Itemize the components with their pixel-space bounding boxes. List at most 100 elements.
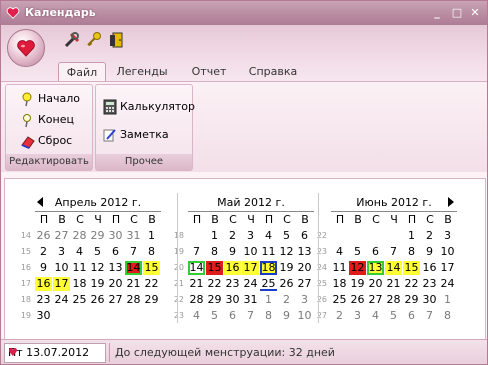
calendar-day[interactable]: 31 [242,293,259,307]
calendar-day[interactable]: 28 [125,293,142,307]
calendar-day[interactable]: 16 [35,277,52,291]
calendar-day[interactable]: 3 [53,245,70,259]
calendar-day[interactable]: 9 [224,245,241,259]
calendar-day[interactable]: 9 [278,309,295,323]
calendar-day[interactable]: 2 [278,293,295,307]
calendar-day[interactable]: 21 [385,277,402,291]
calendar-day[interactable]: 5 [385,309,402,323]
calendar-day[interactable]: 26 [89,293,106,307]
calendar-day[interactable]: 24 [439,277,456,291]
calendar-day[interactable]: 21 [125,277,142,291]
calendar-day[interactable]: 29 [89,229,106,243]
note-button[interactable]: Заметка [102,125,169,145]
calendar-day[interactable]: 1 [206,229,223,243]
calendar-day[interactable]: 23 [224,277,241,291]
heart-dropdown-icon[interactable]: ♥ [8,346,101,359]
key-icon[interactable] [85,31,103,49]
calendar-day[interactable]: 1 [143,229,160,243]
calendar-day[interactable]: 28 [71,229,88,243]
calendar-day[interactable]: 11 [71,261,88,275]
calendar-day[interactable]: 6 [107,245,124,259]
calculator-button[interactable]: Калькулятор [102,97,195,117]
tab-file[interactable]: Файл [58,62,106,82]
calendar-day[interactable]: 28 [188,293,205,307]
calendar-day[interactable]: 6 [224,309,241,323]
calendar-day[interactable]: 8 [260,309,277,323]
calendar-day[interactable]: 30 [35,309,52,323]
calendar-day[interactable]: 4 [367,309,384,323]
calendar-day[interactable]: 13 [107,261,124,275]
calendar-day[interactable]: 6 [296,229,313,243]
calendar-day[interactable]: 27 [107,293,124,307]
calendar-day[interactable]: 1 [260,293,277,307]
calendar-day[interactable]: 2 [331,309,348,323]
calendar-day[interactable]: 4 [188,309,205,323]
calendar-day[interactable]: 13 [296,245,313,259]
calendar-day[interactable]: 3 [349,309,366,323]
calendar-day[interactable]: 17 [439,261,456,275]
tab-legends[interactable]: Легенды [113,62,171,81]
calendar-day[interactable]: 27 [296,277,313,291]
calendar-day[interactable]: 19 [278,261,295,275]
reset-button[interactable]: Сброс [20,131,72,151]
calendar-day[interactable]: 3 [439,229,456,243]
calendar-day[interactable]: 12 [89,261,106,275]
tab-help[interactable]: Справка [245,62,301,81]
calendar-day[interactable]: 26 [349,293,366,307]
calendar-day[interactable]: 7 [421,309,438,323]
calendar-day[interactable]: 1 [439,293,456,307]
calendar-day[interactable]: 7 [385,245,402,259]
calendar-day[interactable]: 1 [403,229,420,243]
exit-door-icon[interactable] [107,31,125,49]
calendar-day[interactable]: 4 [331,245,348,259]
calendar-day[interactable]: 10 [296,309,313,323]
calendar-day[interactable]: 2 [421,229,438,243]
calendar-day[interactable]: 10 [53,261,70,275]
calendar-day[interactable]: 26 [35,229,52,243]
calendar-day[interactable]: 22 [403,277,420,291]
calendar-day[interactable]: 10 [242,245,259,259]
calendar-day[interactable]: 7 [125,245,142,259]
calendar-day[interactable]: 6 [403,309,420,323]
calendar-day[interactable]: 24 [53,293,70,307]
calendar-day[interactable]: 30 [224,293,241,307]
calendar-day[interactable]: 16 [421,261,438,275]
tools-icon[interactable] [63,31,81,49]
calendar-day[interactable]: 19 [349,277,366,291]
calendar-day[interactable]: 16 [224,261,241,275]
end-button[interactable]: Конец [20,110,74,130]
calendar-day[interactable]: 18 [331,277,348,291]
tab-report[interactable]: Отчет [185,62,233,81]
calendar-day[interactable]: 25 [71,293,88,307]
calendar-day[interactable]: 18 [260,261,277,275]
calendar-day[interactable]: 15 [206,261,223,275]
date-picker[interactable]: Пт 13.07.2012 ♥ [4,343,106,363]
calendar-day[interactable]: 2 [224,229,241,243]
calendar-day[interactable]: 8 [439,309,456,323]
calendar-day[interactable]: 8 [403,245,420,259]
calendar-day[interactable]: 28 [385,293,402,307]
calendar-day[interactable]: 7 [188,245,205,259]
calendar-day[interactable]: 17 [242,261,259,275]
calendar-day[interactable]: 17 [53,277,70,291]
calendar-day[interactable]: 27 [53,229,70,243]
calendar-day[interactable]: 13 [367,261,384,275]
calendar-day[interactable]: 25 [260,277,277,291]
calendar-day[interactable]: 11 [331,261,348,275]
calendar-day[interactable]: 25 [331,293,348,307]
calendar-day[interactable]: 14 [188,261,205,275]
app-menu-orb-button[interactable] [7,29,45,67]
calendar-day[interactable]: 23 [421,277,438,291]
minimize-button[interactable]: _ [429,5,445,20]
calendar-day[interactable]: 20 [296,261,313,275]
calendar-day[interactable]: 22 [143,277,160,291]
calendar-day[interactable]: 8 [143,245,160,259]
calendar-day[interactable]: 8 [206,245,223,259]
calendar-day[interactable]: 11 [260,245,277,259]
calendar-day[interactable]: 5 [278,229,295,243]
calendar-day[interactable]: 3 [242,229,259,243]
calendar-day[interactable]: 27 [367,293,384,307]
calendar-day[interactable]: 4 [260,229,277,243]
calendar-day[interactable]: 10 [439,245,456,259]
calendar-day[interactable]: 5 [89,245,106,259]
